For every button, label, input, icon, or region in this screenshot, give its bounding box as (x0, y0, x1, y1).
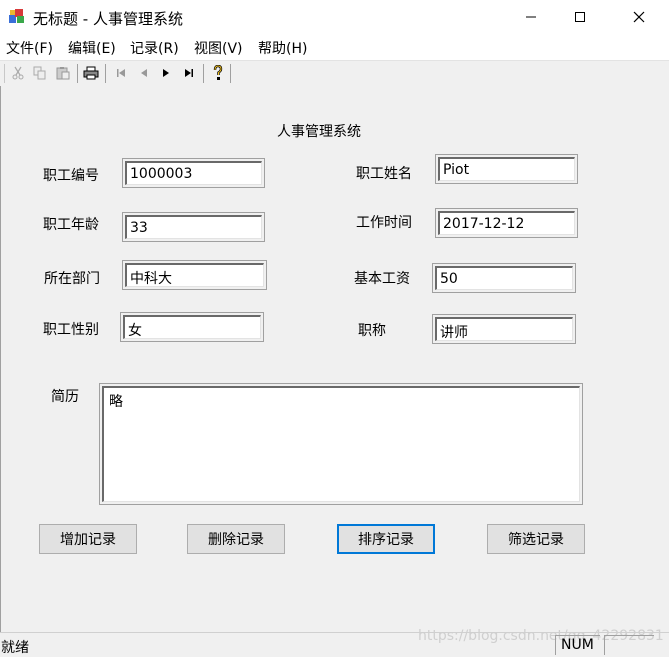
menu-file[interactable]: 文件(F) (6, 38, 53, 58)
toolbar-grip (4, 64, 5, 83)
form-panel: 人事管理系统 职工编号 1000003 职工姓名 Piot 职工年龄 33 工作… (0, 86, 669, 632)
menu-edit[interactable]: 编辑(E) (68, 38, 116, 58)
next-record-button[interactable] (157, 64, 175, 82)
menu-record[interactable]: 记录(R) (130, 38, 179, 58)
status-bar: 就绪 https://blog.csdn.net/qq_42292831 NUM (0, 628, 669, 656)
base-salary-label: 基本工资 (354, 271, 410, 287)
gender-field[interactable]: 女 (120, 312, 264, 342)
menu-view[interactable]: 视图(V) (194, 38, 243, 58)
status-pane-empty (604, 635, 654, 655)
title-bar: 无标题 - 人事管理系统 (0, 0, 669, 34)
department-field[interactable]: 中科大 (122, 260, 267, 290)
department-value: 中科大 (125, 263, 264, 287)
minimize-icon (526, 16, 536, 18)
help-button[interactable] (209, 64, 227, 82)
employee-name-field[interactable]: Piot (435, 154, 578, 184)
work-date-field[interactable]: 2017-12-12 (435, 208, 578, 238)
prev-record-button[interactable] (135, 64, 153, 82)
print-icon (83, 66, 99, 80)
add-record-button[interactable]: 增加记录 (39, 524, 137, 554)
department-label: 所在部门 (44, 271, 100, 287)
age-label: 职工年龄 (43, 217, 99, 233)
resume-textarea[interactable]: 略 (99, 383, 583, 505)
status-text: 就绪 (1, 640, 29, 656)
delete-record-button[interactable]: 删除记录 (187, 524, 285, 554)
cut-button[interactable] (9, 64, 27, 82)
title-label: 职称 (358, 323, 386, 339)
gender-value: 女 (123, 315, 261, 339)
num-lock-indicator: NUM (555, 635, 600, 655)
maximize-icon (575, 12, 585, 22)
toolbar-separator (77, 64, 78, 83)
title-field[interactable]: 讲师 (432, 314, 576, 344)
gender-label: 职工性别 (43, 322, 99, 338)
resume-value: 略 (102, 386, 580, 502)
employee-id-label: 职工编号 (43, 168, 99, 184)
base-salary-field[interactable]: 50 (432, 263, 576, 293)
base-salary-value: 50 (435, 266, 573, 290)
age-value: 33 (125, 215, 262, 239)
print-button[interactable] (82, 64, 100, 82)
first-record-icon (117, 69, 125, 77)
menu-help[interactable]: 帮助(H) (258, 38, 307, 58)
copy-button[interactable] (31, 64, 49, 82)
cut-icon (12, 66, 24, 80)
employee-id-value: 1000003 (125, 161, 262, 185)
toolbar-separator (105, 64, 106, 83)
maximize-button[interactable] (557, 0, 603, 34)
filter-record-button[interactable]: 筛选记录 (487, 524, 585, 554)
close-button[interactable] (616, 0, 662, 34)
paste-button[interactable] (54, 64, 72, 82)
employee-id-field[interactable]: 1000003 (122, 158, 265, 188)
app-icon (9, 9, 24, 23)
copy-icon (33, 66, 46, 80)
window-title: 无标题 - 人事管理系统 (33, 10, 183, 28)
resume-label: 简历 (51, 389, 79, 405)
last-record-icon (185, 69, 193, 77)
form-heading: 人事管理系统 (277, 124, 361, 140)
employee-name-value: Piot (438, 157, 575, 181)
next-record-icon (163, 69, 169, 77)
menu-bar: 文件(F) 编辑(E) 记录(R) 视图(V) 帮助(H) (0, 34, 669, 60)
toolbar (0, 60, 669, 87)
toolbar-separator (203, 64, 204, 83)
paste-icon (56, 67, 70, 80)
close-icon (633, 11, 645, 23)
last-record-button[interactable] (180, 64, 198, 82)
help-icon (213, 65, 223, 80)
minimize-button[interactable] (508, 0, 554, 34)
employee-name-label: 职工姓名 (356, 166, 412, 182)
toolbar-separator (230, 64, 231, 83)
work-date-value: 2017-12-12 (438, 211, 575, 235)
age-field[interactable]: 33 (122, 212, 265, 242)
title-value: 讲师 (435, 317, 573, 341)
prev-record-icon (141, 69, 147, 77)
first-record-button[interactable] (112, 64, 130, 82)
work-date-label: 工作时间 (356, 215, 412, 231)
sort-record-button[interactable]: 排序记录 (337, 524, 435, 554)
